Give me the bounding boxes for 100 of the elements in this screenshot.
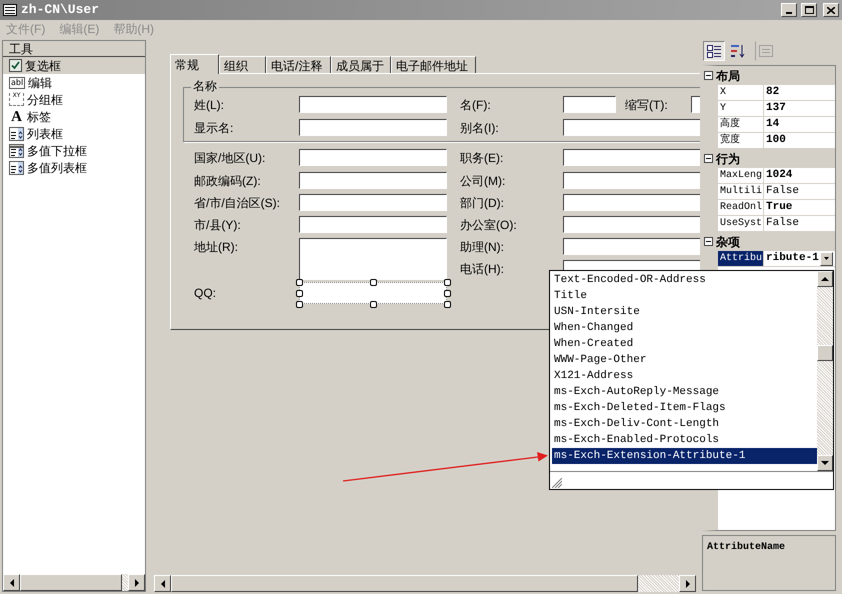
toolbox-item[interactable]: 复选框 — [3, 57, 145, 74]
list-option[interactable]: WWW-Page-Other — [552, 352, 817, 368]
minimize-button[interactable] — [781, 3, 797, 17]
listbox-icon — [9, 126, 24, 140]
categorized-icon — [707, 44, 721, 58]
property-name[interactable]: 宽度 — [718, 133, 764, 148]
window-title: zh-CN\User — [21, 1, 100, 20]
property-name[interactable]: 高度 — [718, 117, 764, 132]
resize-grip-icon — [552, 478, 562, 488]
minus-icon — [706, 156, 711, 161]
text-field[interactable] — [299, 119, 447, 136]
text-field[interactable] — [299, 172, 447, 189]
maximize-button[interactable] — [801, 3, 817, 17]
text-field[interactable] — [299, 216, 447, 233]
property-value: 137 — [766, 101, 786, 116]
sort-icon — [731, 44, 745, 58]
list-option[interactable]: ms-Exch-Deleted-Item-Flags — [552, 400, 817, 416]
property-value: 100 — [766, 133, 786, 148]
tab[interactable]: 电话/注释 — [266, 56, 331, 73]
scroll-left-button[interactable] — [154, 575, 171, 592]
text-field[interactable] — [563, 238, 700, 255]
text-field[interactable] — [563, 216, 700, 233]
field-label: 办公室(O): — [460, 217, 517, 233]
close-button[interactable] — [823, 3, 839, 17]
list-option[interactable]: ms-Exch-Enabled-Protocols — [552, 432, 817, 448]
field-label: 国家/地区(U): — [194, 150, 266, 166]
text-field[interactable] — [299, 282, 447, 304]
list-option[interactable]: ms-Exch-Extension-Attribute-1 — [552, 448, 817, 464]
maximize-icon — [804, 6, 814, 14]
property-name[interactable]: Attribu — [718, 251, 764, 266]
property-value[interactable]: ribute-1 — [766, 250, 819, 267]
list-option[interactable]: Text-Encoded-OR-Address — [552, 272, 817, 288]
property-name[interactable]: MaxLeng — [718, 168, 764, 183]
resize-handle[interactable] — [370, 301, 377, 308]
list-option[interactable]: ms-Exch-Deliv-Cont-Length — [552, 416, 817, 432]
field-label: 名(F): — [460, 97, 491, 113]
property-name[interactable]: ReadOnl — [718, 200, 764, 215]
category-label: 布局 — [716, 68, 740, 84]
field-label: QQ: — [194, 285, 216, 301]
field-label: 电话(H): — [460, 261, 504, 277]
collapse-toggle[interactable] — [704, 71, 713, 80]
text-field[interactable] — [563, 194, 700, 211]
label-icon: A — [9, 110, 24, 124]
resize-handle[interactable] — [370, 279, 377, 286]
field-label: 地址(R): — [194, 239, 238, 255]
text-field[interactable] — [299, 194, 447, 211]
text-field[interactable] — [563, 149, 700, 166]
tab[interactable]: 电子邮件地址 — [391, 56, 476, 73]
list-option[interactable]: X121-Address — [552, 368, 817, 384]
collapse-toggle[interactable] — [704, 154, 713, 163]
tab[interactable]: 成员属于 — [331, 56, 391, 73]
text-field[interactable] — [563, 172, 700, 189]
scroll-left-button[interactable] — [3, 574, 20, 591]
text-field[interactable] — [563, 119, 700, 136]
property-name[interactable]: Multili — [718, 184, 764, 199]
property-name[interactable]: UseSyst — [718, 216, 764, 231]
scroll-up-button[interactable] — [817, 271, 833, 287]
scroll-down-button[interactable] — [817, 455, 833, 471]
collapse-toggle[interactable] — [704, 237, 713, 246]
field-label: 市/县(Y): — [194, 217, 241, 233]
combobox-icon — [9, 144, 24, 158]
minimize-icon — [786, 12, 792, 14]
minus-icon — [706, 239, 711, 244]
field-label: 邮政编码(Z): — [194, 173, 261, 189]
dropdown-button[interactable] — [820, 252, 833, 266]
up-arrow-icon — [821, 277, 829, 281]
right-arrow-icon — [134, 578, 138, 586]
group-title: 名称 — [191, 79, 219, 93]
left-arrow-icon — [160, 580, 164, 588]
property-name[interactable]: Y — [718, 101, 764, 116]
field-label: 职务(E): — [460, 150, 504, 166]
text-area[interactable] — [299, 238, 447, 280]
description-title: AttributeName — [707, 540, 786, 555]
tab[interactable]: 组织 — [219, 56, 266, 73]
field-label: 助理(N): — [460, 239, 504, 255]
categorized-button[interactable] — [703, 41, 725, 61]
text-field[interactable] — [299, 96, 447, 113]
list-option[interactable]: When-Changed — [552, 320, 817, 336]
scroll-right-button[interactable] — [128, 574, 145, 591]
field-label: 部门(D): — [460, 195, 504, 211]
right-arrow-icon — [686, 580, 690, 588]
list-option[interactable]: Title — [552, 288, 817, 304]
minus-icon — [706, 73, 711, 78]
text-field[interactable] — [299, 149, 447, 166]
scroll-right-button[interactable] — [679, 575, 696, 592]
close-icon — [827, 6, 835, 14]
down-arrow-icon — [821, 461, 829, 465]
list-option[interactable]: ms-Exch-AutoReply-Message — [552, 384, 817, 400]
tab[interactable]: 常规 — [170, 54, 219, 74]
list-option[interactable]: When-Created — [552, 336, 817, 352]
field-label: 公司(M): — [460, 173, 506, 189]
field-label: 姓(L): — [194, 97, 224, 113]
list-option[interactable]: USN-Intersite — [552, 304, 817, 320]
field-label: 显示名: — [194, 120, 234, 136]
left-arrow-icon — [10, 578, 14, 586]
property-name[interactable]: X — [718, 85, 764, 100]
text-field[interactable] — [563, 96, 616, 113]
caret-icon — [824, 257, 829, 260]
scrollbar-thumb[interactable] — [817, 345, 833, 361]
textbox-icon: abl — [9, 76, 26, 88]
